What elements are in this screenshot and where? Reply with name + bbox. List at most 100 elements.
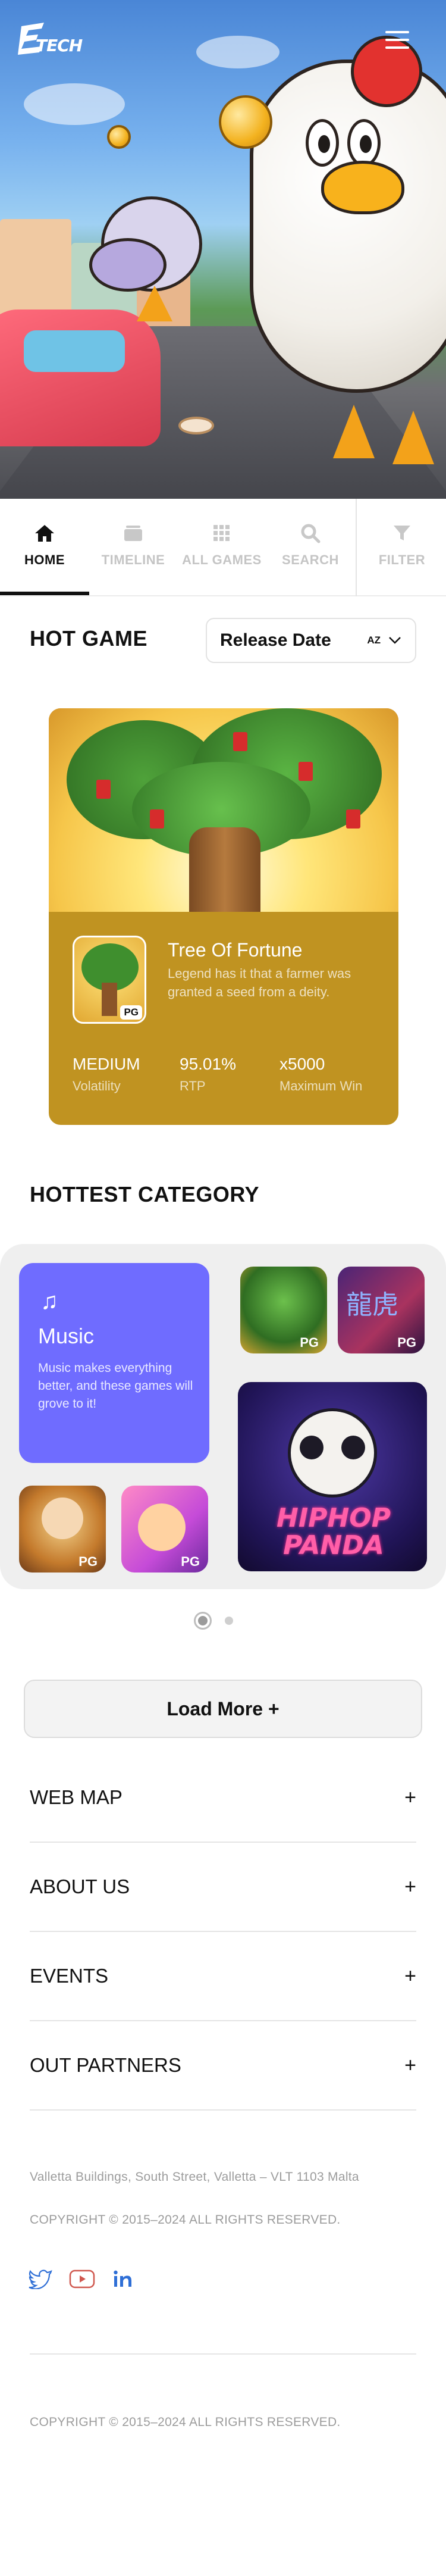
chevron-down-icon (389, 637, 401, 644)
tab-all-games[interactable]: ALL GAMES (177, 499, 266, 595)
twitter-icon[interactable] (29, 2269, 55, 2293)
category-description: Music makes everything better, and these… (38, 1361, 193, 1411)
linkedin-icon[interactable] (112, 2269, 138, 2293)
stat-rtp: 95.01% RTP (180, 1055, 236, 1094)
red-envelope (299, 762, 313, 781)
filter-icon (391, 523, 413, 544)
tab-all-games-label: ALL GAMES (182, 552, 262, 567)
pg-badge: PG (300, 1335, 319, 1350)
accordion-about-us[interactable]: ABOUT US + (30, 1843, 416, 1932)
tab-timeline[interactable]: TIMELINE (89, 499, 177, 595)
thumbnail-trunk (102, 983, 117, 1016)
tab-timeline-label: TIMELINE (101, 552, 165, 567)
plus-icon: + (404, 2053, 416, 2077)
featured-game-card[interactable]: PG Tree Of Fortune Legend has it that a … (49, 708, 398, 1125)
stat-label: RTP (180, 1078, 206, 1093)
game-thumbnail: PG (73, 936, 146, 1024)
tile-caption: 龍虎 (346, 1290, 398, 1320)
pg-badge: PG (181, 1554, 200, 1569)
carousel-pagination (194, 1612, 233, 1630)
tab-search[interactable]: SEARCH (266, 499, 354, 595)
load-more-button[interactable]: Load More + (24, 1680, 422, 1738)
pg-badge: PG (120, 1005, 142, 1020)
tab-home[interactable]: HOME (0, 499, 89, 595)
red-envelope (346, 809, 360, 829)
tab-bar: HOME TIMELINE ALL GAMES SEARCH FILTER (0, 499, 446, 596)
tree-trunk (189, 827, 260, 912)
gold-coin (219, 95, 272, 149)
stat-value: MEDIUM (73, 1055, 140, 1073)
sort-dropdown[interactable]: Release Date AZ (206, 618, 416, 663)
category-card-music[interactable]: ♫ Music Music makes everything better, a… (19, 1263, 209, 1463)
tab-filter-label: FILTER (378, 552, 426, 567)
game-tile[interactable]: PG (19, 1486, 106, 1573)
pg-badge: PG (397, 1335, 416, 1350)
pg-badge: PG (78, 1554, 98, 1569)
stat-value: 95.01% (180, 1055, 236, 1073)
game-name: Tree Of Fortune (168, 939, 303, 961)
music-note-icon: ♫ (40, 1288, 58, 1314)
plus-icon: + (404, 1964, 416, 1987)
hot-game-title: HOT GAME (30, 626, 147, 651)
panda-eye-patch (300, 1436, 323, 1459)
red-envelope (96, 780, 111, 799)
stat-label: Maximum Win (279, 1078, 363, 1093)
youtube-icon[interactable] (69, 2269, 95, 2293)
footer-address: Valletta Buildings, South Street, Vallet… (30, 2170, 359, 2184)
footer-divider (30, 2353, 416, 2355)
game-tile[interactable]: PG (240, 1267, 327, 1353)
hamburger-line (385, 39, 409, 41)
accordion-label: ABOUT US (30, 1875, 130, 1897)
pagination-dot-active[interactable] (194, 1612, 212, 1630)
game-tile-large[interactable]: HIPHOP PANDA (238, 1382, 427, 1571)
tab-filter[interactable]: FILTER (366, 499, 438, 596)
chicken-eye (347, 119, 381, 167)
accordion-partners[interactable]: OUT PARTNERS + (30, 2021, 416, 2111)
stat-value: x5000 (279, 1055, 325, 1073)
chicken-beak (321, 161, 404, 214)
character-face (42, 1498, 83, 1539)
game-tile[interactable]: PG (121, 1486, 208, 1573)
tab-home-label: HOME (24, 552, 65, 567)
hero-banner: TECH (0, 0, 446, 499)
tab-divider (356, 499, 357, 596)
chicken-mascot (250, 60, 446, 393)
plus-icon: + (404, 1786, 416, 1809)
plus-icon: + (404, 1875, 416, 1898)
footer-copyright: COPYRIGHT © 2015–2024 ALL RIGHTS RESERVE… (30, 2213, 341, 2227)
chicken-eye (306, 119, 339, 167)
panda-eye-patch (341, 1436, 365, 1459)
red-envelope (150, 809, 164, 829)
cloud (24, 83, 125, 125)
accordion-web-map[interactable]: WEB MAP + (30, 1753, 416, 1843)
tab-search-label: SEARCH (282, 552, 339, 567)
game-tile[interactable]: 龍虎 PG (338, 1267, 425, 1353)
hottest-category-title: HOTTEST CATEGORY (30, 1182, 259, 1206)
car-window (24, 330, 125, 372)
gold-coin (107, 125, 131, 149)
accordion-label: WEB MAP (30, 1786, 123, 1808)
stat-label: Volatility (73, 1078, 121, 1093)
cloud (196, 36, 279, 68)
timeline-icon (123, 523, 144, 544)
az-sort-icon: AZ (367, 634, 381, 646)
accordion-label: EVENTS (30, 1965, 109, 1987)
category-title: Music (38, 1324, 95, 1348)
accordion-label: OUT PARTNERS (30, 2054, 181, 2076)
red-envelope (233, 732, 247, 751)
home-icon (34, 523, 55, 544)
pagination-dot[interactable] (225, 1617, 233, 1625)
search-icon (300, 523, 321, 544)
accordion-events[interactable]: EVENTS + (30, 1932, 416, 2021)
logo[interactable]: TECH (18, 20, 89, 60)
stat-max-win: x5000 Maximum Win (279, 1055, 362, 1094)
tile-caption: HIPHOP PANDA (277, 1503, 391, 1561)
grid-icon (211, 523, 233, 544)
game-artwork (49, 708, 398, 912)
small-chicken-wing (89, 238, 167, 292)
character-face (138, 1503, 186, 1551)
feather (178, 417, 214, 434)
hamburger-line (385, 31, 409, 33)
hamburger-menu-button[interactable] (385, 31, 409, 51)
logo-text: TECH (36, 36, 83, 55)
